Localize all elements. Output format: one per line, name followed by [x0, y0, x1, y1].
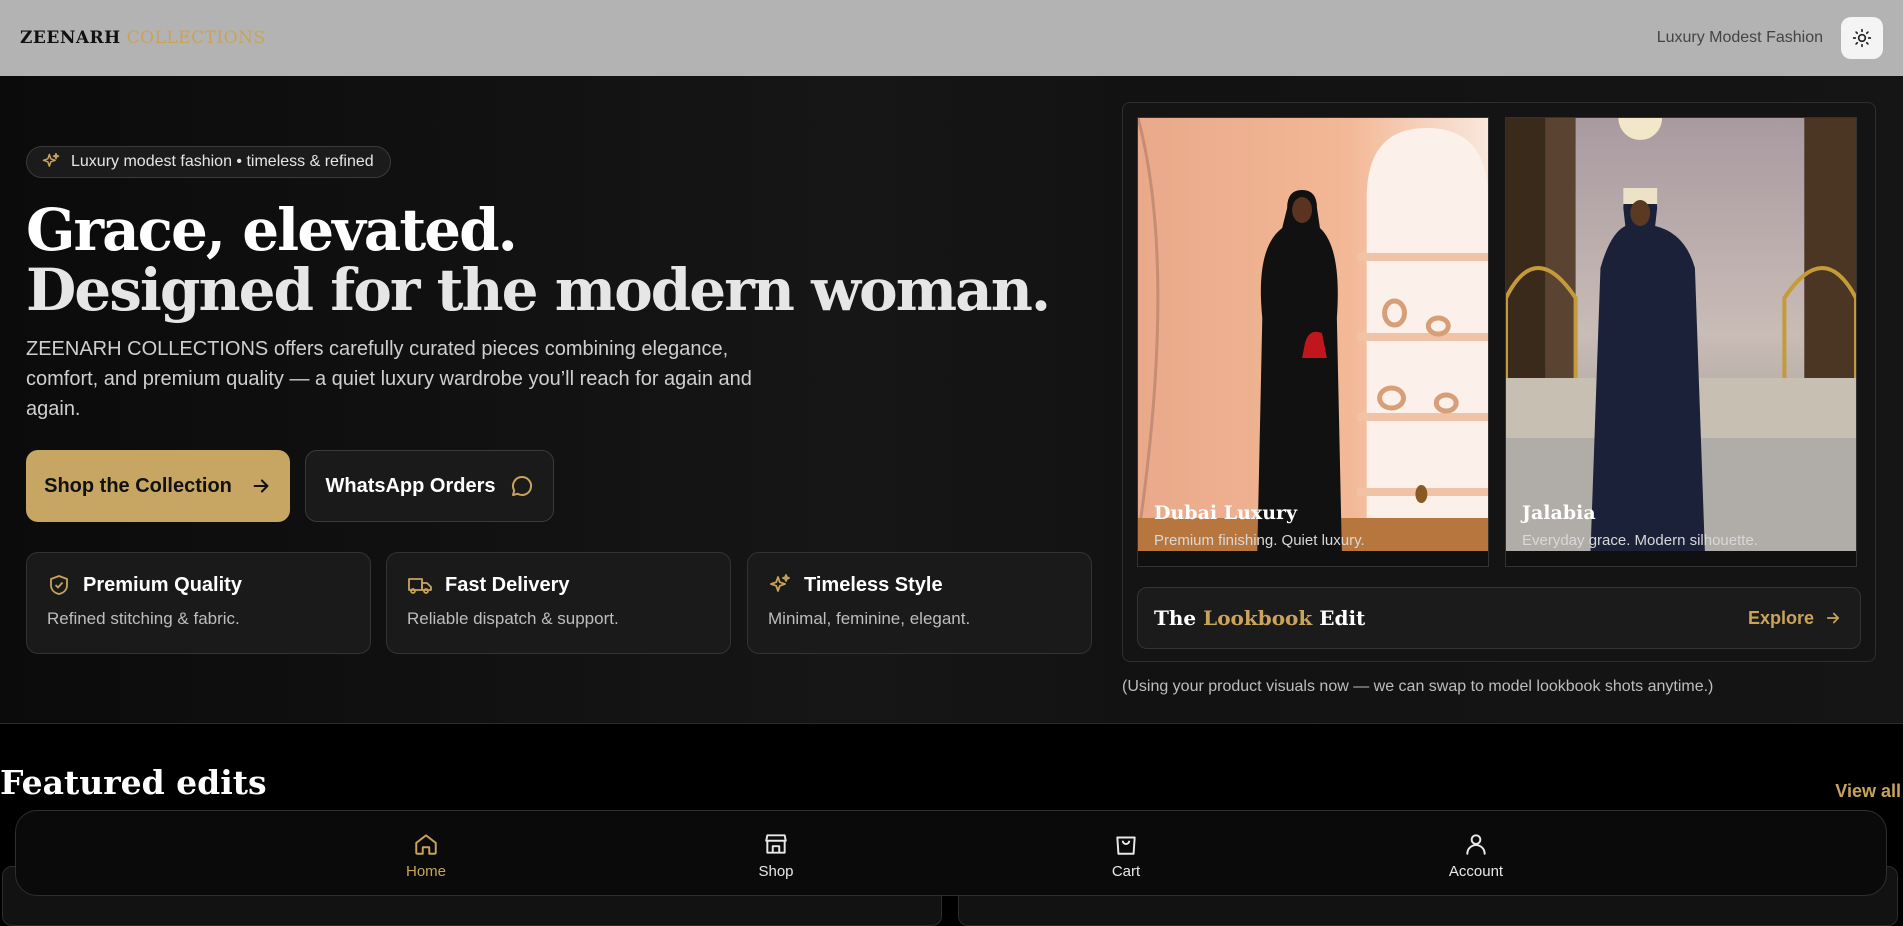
hero-pill-text: Luxury modest fashion • timeless & refin…: [71, 153, 374, 170]
featured-edits-title: Featured edits: [0, 763, 267, 802]
nav-label: Home: [405, 863, 446, 880]
lookbook-card-jalabia[interactable]: Jalabia Everyday grace. Modern silhouett…: [1505, 117, 1857, 567]
feature-card-style: Timeless Style Minimal, feminine, elegan…: [747, 552, 1092, 654]
chat-bubble-icon: [511, 475, 532, 496]
lookbook-title-gold: Lookbook: [1203, 606, 1313, 630]
sparkles-icon: [770, 574, 790, 592]
card-subtitle: Everyday grace. Modern silhouette.: [1522, 532, 1758, 549]
header-right: Luxury Modest Fashion: [1657, 17, 1883, 59]
lookbook-title: The Lookbook Edit: [1154, 606, 1365, 630]
feature-subtitle: Reliable dispatch & support.: [407, 609, 619, 628]
arrow-right-icon: [253, 479, 269, 493]
nav-item-account[interactable]: Account: [1416, 831, 1536, 880]
nav-label: Cart: [1111, 863, 1141, 880]
hero-headline-line1: Grace, elevated.: [26, 196, 518, 264]
nav-item-shop[interactable]: Shop: [716, 831, 836, 880]
lookbook-title-prefix: The: [1154, 606, 1197, 630]
shop-collection-label: Shop the Collection: [44, 474, 232, 497]
logo-secondary-text: COLLECTIONS: [126, 28, 266, 48]
bottom-navigation: Home Shop Cart Account: [15, 810, 1887, 896]
whatsapp-orders-button[interactable]: WhatsApp Orders: [305, 450, 554, 522]
lookbook-card-dubai[interactable]: Dubai Luxury Premium finishing. Quiet lu…: [1137, 117, 1489, 567]
whatsapp-orders-label: WhatsApp Orders: [325, 474, 496, 497]
user-icon: [1466, 834, 1486, 855]
shield-check-icon: [50, 575, 68, 595]
home-icon: [415, 834, 437, 855]
sun-icon: [1852, 28, 1872, 48]
logo-primary-text: ZEENARH: [20, 28, 121, 48]
card-subtitle: Premium finishing. Quiet luxury.: [1154, 532, 1365, 549]
top-header: ZEENARH COLLECTIONS Luxury Modest Fashio…: [0, 0, 1903, 76]
card-title: Jalabia: [1522, 502, 1596, 524]
view-all-link[interactable]: View all: [1835, 781, 1901, 802]
header-tagline: Luxury Modest Fashion: [1656, 29, 1823, 46]
hero-section: Luxury modest fashion • timeless & refin…: [0, 76, 1903, 724]
shopping-bag-icon: [1116, 836, 1136, 855]
hero-pill: Luxury modest fashion • timeless & refin…: [26, 146, 391, 178]
feature-subtitle: Refined stitching & fabric.: [47, 609, 240, 628]
hero-headline-line2: Designed for the modern woman.: [26, 256, 1051, 324]
lookbook-edit-banner[interactable]: The Lookbook Edit Explore: [1137, 587, 1861, 649]
dubai-luxury-photo: [1138, 118, 1488, 551]
shop-collection-button[interactable]: Shop the Collection: [26, 450, 290, 522]
brand-logo[interactable]: ZEENARH COLLECTIONS: [20, 28, 266, 48]
theme-toggle-button[interactable]: [1841, 17, 1883, 59]
card-title: Dubai Luxury: [1154, 502, 1298, 524]
explore-label: Explore: [1747, 607, 1814, 628]
jalabia-photo: [1506, 118, 1856, 551]
truck-icon: [408, 578, 432, 594]
feature-title: Premium Quality: [83, 573, 242, 596]
feature-card-delivery: Fast Delivery Reliable dispatch & suppor…: [386, 552, 731, 654]
feature-title: Fast Delivery: [445, 573, 570, 596]
nav-item-home[interactable]: Home: [366, 831, 486, 880]
lookbook-title-suffix: Edit: [1319, 606, 1366, 630]
store-icon: [765, 834, 787, 854]
nav-label: Shop: [758, 863, 794, 880]
feature-title: Timeless Style: [804, 573, 943, 596]
sparkles-icon: [42, 152, 60, 167]
feature-subtitle: Minimal, feminine, elegant.: [768, 609, 971, 628]
nav-label: Account: [1448, 863, 1504, 880]
lookbook-note: (Using your product visuals now — we can…: [1122, 678, 1714, 695]
arrow-right-icon: [1826, 612, 1840, 624]
feature-card-quality: Premium Quality Refined stitching & fabr…: [26, 552, 371, 654]
card-caption: Jalabia Everyday grace. Modern silhouett…: [1522, 502, 1758, 549]
lookbook-gallery: Dubai Luxury Premium finishing. Quiet lu…: [1122, 102, 1876, 662]
nav-item-cart[interactable]: Cart: [1066, 831, 1186, 880]
card-caption: Dubai Luxury Premium finishing. Quiet lu…: [1154, 502, 1365, 549]
explore-link[interactable]: Explore: [1748, 608, 1842, 629]
hero-description: ZEENARH COLLECTIONS offers carefully cur…: [26, 338, 752, 420]
